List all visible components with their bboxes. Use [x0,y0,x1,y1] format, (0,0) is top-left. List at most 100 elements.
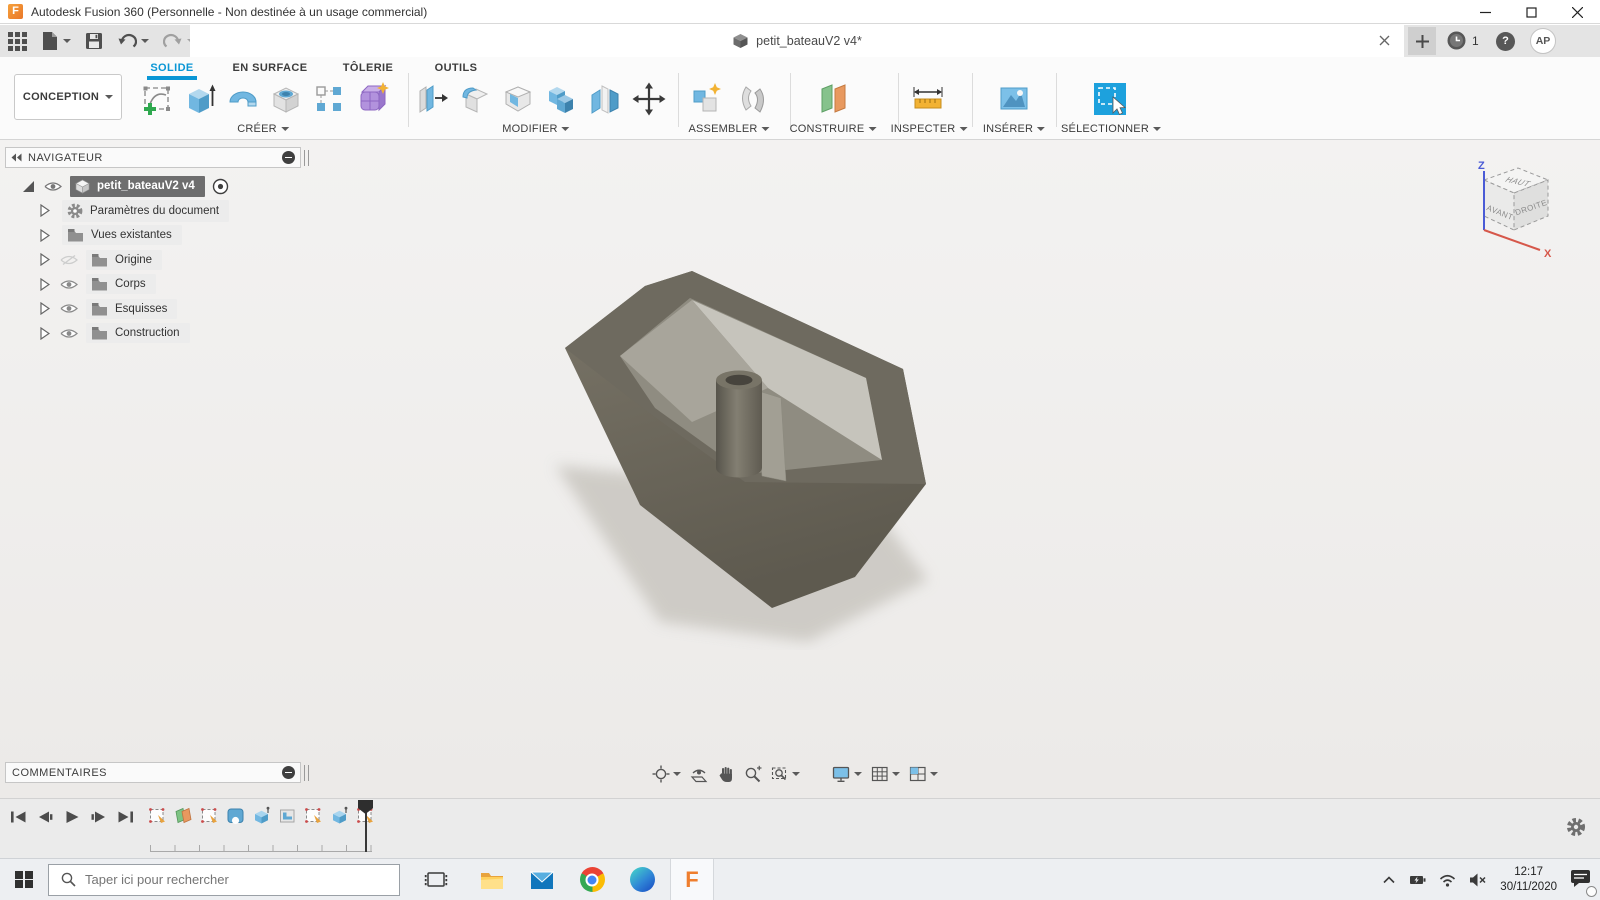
fusion-360-taskbar-button[interactable]: F [670,859,714,900]
shell-button[interactable] [500,81,536,117]
joint-button[interactable] [735,81,771,117]
new-document-button[interactable] [1408,27,1436,55]
comments-header[interactable]: COMMENTAIRES [5,762,301,783]
undo-button[interactable] [117,32,149,50]
create-sketch-button[interactable] [140,81,176,117]
visibility-eye-icon[interactable] [60,303,78,314]
revolve-button[interactable] [225,81,261,117]
close-panel-icon[interactable] [282,766,295,779]
visibility-off-icon[interactable] [60,254,78,266]
tree-row-origine[interactable]: Origine [0,248,310,273]
go-to-start-button[interactable] [10,809,27,825]
group-assembler[interactable]: ASSEMBLER [688,123,769,135]
step-back-button[interactable] [37,809,54,825]
visibility-eye-icon[interactable] [60,279,78,290]
tab-en-surface[interactable]: EN SURFACE [229,60,312,76]
boat-model[interactable] [540,250,960,650]
file-explorer-button[interactable] [470,859,514,900]
minimize-button[interactable] [1462,0,1508,24]
new-component-button[interactable] [688,81,724,117]
tab-tolerie[interactable]: TÔLERIE [339,60,397,76]
close-panel-icon[interactable] [282,151,295,164]
chrome-button[interactable] [570,859,614,900]
viewcube[interactable]: HAUT AVANT DROITE Z X [1452,158,1562,258]
group-modifier[interactable]: MODIFIER [502,123,569,135]
user-avatar[interactable]: AP [1530,28,1556,54]
maximize-button[interactable] [1508,0,1554,24]
step-forward-button[interactable] [90,809,107,825]
tab-solide[interactable]: SOLIDE [146,60,197,76]
play-button[interactable] [64,809,80,825]
document-tab[interactable]: petit_bateauV2 v4* [190,25,1404,57]
fit-button[interactable] [771,765,800,783]
pattern-button[interactable] [311,81,347,117]
construction-plane-button[interactable] [815,81,851,117]
timeline-sketch-icon[interactable] [148,806,167,825]
group-construire[interactable]: CONSTRUIRE [790,123,877,135]
help-button[interactable]: ? [1496,32,1515,51]
comments-grip[interactable] [304,765,309,781]
timeline-ruler[interactable] [150,845,372,852]
visibility-eye-icon[interactable] [44,181,62,192]
group-inserer[interactable]: INSÉRER [983,123,1045,135]
volume-muted-icon[interactable] [1469,873,1487,887]
expand-closed-icon[interactable] [40,253,50,266]
select-button[interactable] [1092,81,1128,117]
mail-button[interactable] [520,859,564,900]
workspace-selector[interactable]: CONCEPTION [14,74,122,120]
timeline-shell-icon[interactable] [278,806,297,825]
go-to-end-button[interactable] [117,809,134,825]
create-form-button[interactable] [355,81,391,117]
group-selectionner[interactable]: SÉLECTIONNER [1061,123,1161,135]
job-status-button[interactable]: 1 [1446,30,1479,51]
expand-closed-icon[interactable] [40,302,50,315]
viewport[interactable]: NAVIGATEUR petit_bateauV2 v4 [0,140,1600,798]
tree-row-parametres[interactable]: Paramètres du document [0,199,310,224]
file-menu-button[interactable] [41,31,71,51]
tree-row-root[interactable]: petit_bateauV2 v4 [0,174,310,199]
fillet-button[interactable] [457,81,493,117]
root-node[interactable]: petit_bateauV2 v4 [70,176,205,197]
timeline-sketch-icon[interactable] [304,806,323,825]
task-view-button[interactable] [414,859,458,900]
expand-closed-icon[interactable] [40,278,50,291]
navigator-header[interactable]: NAVIGATEUR [5,147,301,168]
data-panel-button[interactable] [8,32,27,51]
timeline-extrude-icon[interactable] [252,806,271,825]
orbit-button[interactable] [652,765,681,783]
notification-center-button[interactable] [1570,868,1592,893]
look-at-button[interactable] [690,765,708,783]
grid-snap-button[interactable] [871,765,900,783]
battery-icon[interactable] [1409,872,1426,888]
group-creer[interactable]: CRÉER [237,123,289,135]
edge-button[interactable] [620,859,664,900]
tree-row-vues[interactable]: Vues existantes [0,223,310,248]
close-button[interactable] [1554,0,1600,24]
pan-button[interactable] [717,765,735,783]
timeline-extrude-icon[interactable] [330,806,349,825]
timeline-sketch-icon[interactable] [200,806,219,825]
zoom-button[interactable] [744,765,762,783]
expand-open-icon[interactable] [22,180,35,193]
start-button[interactable] [0,859,48,900]
tree-row-corps[interactable]: Corps [0,272,310,297]
navigator-grip[interactable] [304,150,309,166]
tab-outils[interactable]: OUTILS [431,60,482,76]
display-settings-button[interactable] [832,765,862,783]
tray-chevron-icon[interactable] [1382,874,1396,886]
press-pull-button[interactable] [414,81,450,117]
split-body-button[interactable] [587,81,623,117]
expand-closed-icon[interactable] [40,204,50,217]
tree-row-esquisses[interactable]: Esquisses [0,297,310,322]
tree-row-construction[interactable]: Construction [0,321,310,346]
hole-button[interactable] [268,81,304,117]
mast-cylinder[interactable] [716,380,762,478]
timeline-plane-icon[interactable] [174,806,193,825]
group-inspecter[interactable]: INSPECTER [891,123,968,135]
measure-button[interactable] [910,81,946,117]
save-button[interactable] [85,32,103,50]
timeline-revolve-icon[interactable] [226,806,245,825]
move-button[interactable] [631,81,667,117]
search-input[interactable] [85,872,365,887]
close-document-button[interactable] [1379,33,1390,51]
